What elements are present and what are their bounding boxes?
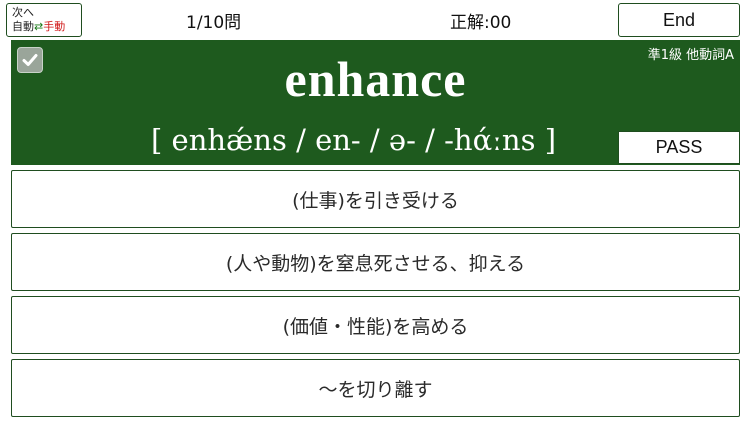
- choice-button[interactable]: (人や動物)を窒息死させる、抑える: [11, 233, 740, 291]
- choice-label: (人や動物)を窒息死させる、抑える: [225, 252, 526, 275]
- auto-label: 自動: [12, 20, 34, 33]
- end-button[interactable]: End: [618, 3, 740, 37]
- correct-score: 正解:00: [450, 13, 512, 33]
- question-counter: 1/10問: [186, 13, 242, 33]
- mode-label: 自動⇄手動: [12, 20, 81, 34]
- next-mode-toggle-button[interactable]: 次へ 自動⇄手動: [6, 3, 82, 37]
- manual-label: 手動: [43, 20, 66, 33]
- next-label: 次へ: [12, 6, 34, 19]
- choice-label: (価値・性能)を高める: [282, 315, 469, 338]
- choice-label: (仕事)を引き受ける: [292, 189, 459, 212]
- choice-label: ～を切り離す: [318, 378, 433, 401]
- headword: enhance: [284, 51, 467, 107]
- swap-icon: ⇄: [34, 20, 44, 33]
- choice-button[interactable]: (価値・性能)を高める: [11, 296, 740, 354]
- choice-button[interactable]: (仕事)を引き受ける: [11, 170, 740, 228]
- choice-button[interactable]: ～を切り離す: [11, 359, 740, 417]
- pronunciation: [ enhǽns / en- / ə- / -hάːns ]: [151, 123, 557, 157]
- pass-button[interactable]: PASS: [618, 131, 740, 164]
